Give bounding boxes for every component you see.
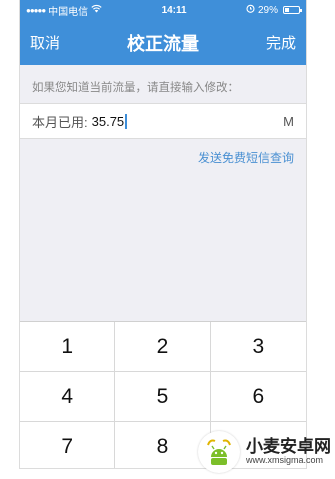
battery-percent: 29% <box>257 4 278 16</box>
status-left: ●●●●● 中国电信 <box>26 3 102 18</box>
phone-screen: ●●●●● 中国电信 14:11 29% 取消 校正流量 完成 如果您知道当前流… <box>19 0 307 469</box>
hint-text: 如果您知道当前流量，请直接输入修改： <box>32 82 239 94</box>
done-button[interactable]: 完成 <box>266 32 296 53</box>
usage-unit: M <box>283 113 294 129</box>
alarm-icon <box>246 4 255 16</box>
signal-dots-icon: ●●●●● <box>26 5 46 15</box>
key-8[interactable]: 8 <box>115 422 211 468</box>
usage-input-value[interactable]: 35.75 <box>92 114 125 129</box>
carrier-name: 中国电信 <box>48 6 89 18</box>
key-7[interactable]: 7 <box>20 422 116 468</box>
key-2[interactable]: 2 <box>115 322 211 372</box>
watermark-text: 小麦安卓网 www.xmsigma.com <box>246 436 331 467</box>
watermark-name: 小麦安卓网 <box>246 436 331 456</box>
site-watermark: 小麦安卓网 www.xmsigma.com <box>198 431 331 473</box>
send-sms-query-link[interactable]: 发送免费短信查询 <box>20 139 306 176</box>
wifi-icon <box>91 4 102 16</box>
cancel-button[interactable]: 取消 <box>30 32 60 53</box>
page-title: 校正流量 <box>127 33 199 54</box>
status-time: 14:11 <box>161 4 187 16</box>
watermark-url: www.xmsigma.com <box>246 455 324 466</box>
key-5[interactable]: 5 <box>115 372 211 422</box>
key-6[interactable]: 6 <box>210 372 306 422</box>
android-logo-icon <box>198 431 240 473</box>
key-1[interactable]: 1 <box>20 322 116 372</box>
nav-bar: 取消 校正流量 完成 <box>20 20 306 65</box>
key-3[interactable]: 3 <box>210 322 306 372</box>
battery-fill <box>285 8 289 12</box>
text-caret <box>125 113 128 129</box>
status-bar: ●●●●● 中国电信 14:11 29% <box>20 0 306 20</box>
battery-icon <box>283 6 302 14</box>
key-4[interactable]: 4 <box>20 372 116 422</box>
status-right: 29% <box>246 4 302 16</box>
usage-input-label: 本月已用: <box>32 114 88 130</box>
usage-input-field[interactable]: 本月已用: 35.75 M <box>20 103 306 139</box>
